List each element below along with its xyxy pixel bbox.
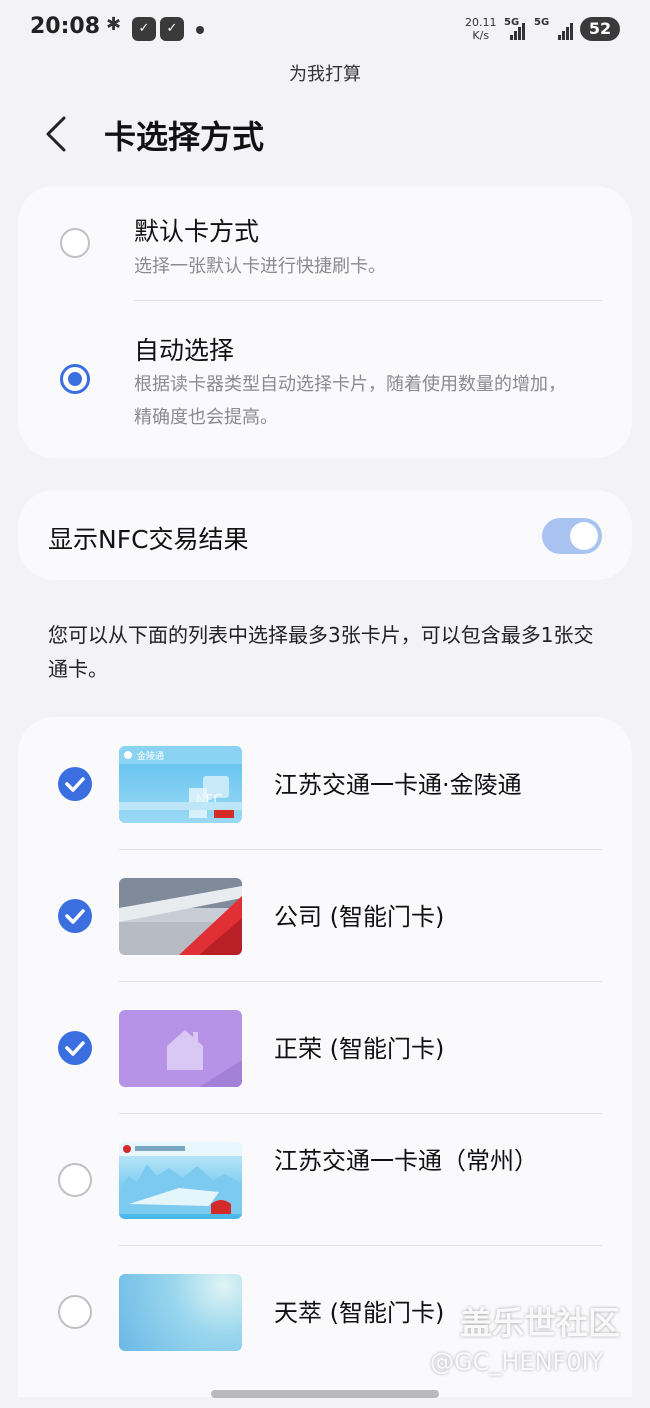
option-title: 自动选择: [134, 336, 235, 365]
back-arrow-icon: [46, 116, 66, 152]
check-icon: [65, 1041, 85, 1056]
option-description: 选择一张默认卡进行快捷刷卡。: [134, 256, 386, 277]
card-name: 公司 (智能门卡): [274, 903, 445, 931]
watermark-handle: @GC_HENF0IY: [430, 1348, 604, 1376]
checkbox-checked[interactable]: [58, 1031, 92, 1065]
signal-icon: [558, 20, 574, 40]
checkbox-checked[interactable]: [58, 767, 92, 801]
transit-card-art: [119, 1142, 242, 1214]
card-thumbnail-jinlingtong: 金陵通 NFC: [119, 746, 242, 823]
checkbox-unchecked[interactable]: [58, 1295, 92, 1329]
signal-icon: [510, 20, 526, 40]
app-notification-icon: ✓: [132, 17, 156, 41]
radio-auto-select[interactable]: [60, 364, 90, 394]
page-subtitle: 为我打算: [289, 64, 361, 85]
bluetooth-icon: ✱: [106, 14, 122, 35]
check-icon: [65, 777, 85, 792]
network-speed: 20.11 K/s: [465, 16, 497, 42]
transit-card-art: 金陵通 NFC: [119, 746, 242, 818]
check-icon: [65, 909, 85, 924]
app-notification-icon: ✓: [160, 17, 184, 41]
card-brand: 金陵通: [137, 750, 164, 762]
checkbox-checked[interactable]: [58, 899, 92, 933]
checkbox-unchecked[interactable]: [58, 1163, 92, 1197]
status-bar: 20:08 ✱ ✓ ✓ 20.11 K/s 5G 5G 52: [0, 0, 650, 60]
card-thumbnail-changzhou: [119, 1142, 242, 1219]
divider: [119, 981, 602, 982]
home-indicator[interactable]: [211, 1390, 439, 1398]
card-thumbnail-tiancui: [119, 1274, 242, 1351]
battery-indicator: 52: [580, 17, 620, 41]
network-type-2: 5G: [534, 17, 550, 28]
nfc-result-toggle[interactable]: [542, 518, 602, 554]
toggle-knob: [570, 522, 598, 550]
card-name: 江苏交通一卡通·金陵通: [274, 771, 522, 799]
divider: [119, 1113, 602, 1114]
page-title: 卡选择方式: [104, 118, 265, 156]
divider: [119, 1245, 602, 1246]
option-description: 根据读卡器类型自动选择卡片，随着使用数量的增加，精确度也会提高。: [134, 374, 566, 428]
divider: [119, 849, 602, 850]
back-button[interactable]: [40, 112, 80, 156]
building-photo-art: [119, 878, 242, 955]
selection-mode-card: 默认卡方式 选择一张默认卡进行快捷刷卡。 自动选择 根据读卡器类型自动选择卡片，…: [18, 186, 632, 458]
network-speed-unit: K/s: [472, 29, 490, 42]
more-notifications-icon: [196, 26, 204, 34]
clock: 20:08: [30, 14, 101, 39]
card-thumbnail-company: [119, 878, 242, 955]
nfc-result-row[interactable]: 显示NFC交易结果: [18, 490, 632, 580]
card-list: 金陵通 NFC 江苏交通一卡通·金陵通 公司 (智能门卡) 正荣 (智能门卡) …: [18, 717, 632, 1397]
nfc-result-label: 显示NFC交易结果: [48, 525, 249, 554]
card-thumbnail-zhengrong: [119, 1010, 242, 1087]
card-limit-hint: 您可以从下面的列表中选择最多3张卡片，可以包含最多1张交通卡。: [48, 623, 594, 681]
divider: [134, 300, 602, 301]
card-name: 江苏交通一卡通（常州）: [274, 1147, 538, 1175]
option-title: 默认卡方式: [134, 217, 260, 246]
watermark-logo-text: 盖乐世社区: [460, 1304, 621, 1342]
card-name: 正荣 (智能门卡): [274, 1035, 445, 1063]
network-speed-value: 20.11: [465, 16, 497, 29]
home-icon: [167, 1030, 242, 1087]
radio-default-card[interactable]: [60, 228, 90, 258]
